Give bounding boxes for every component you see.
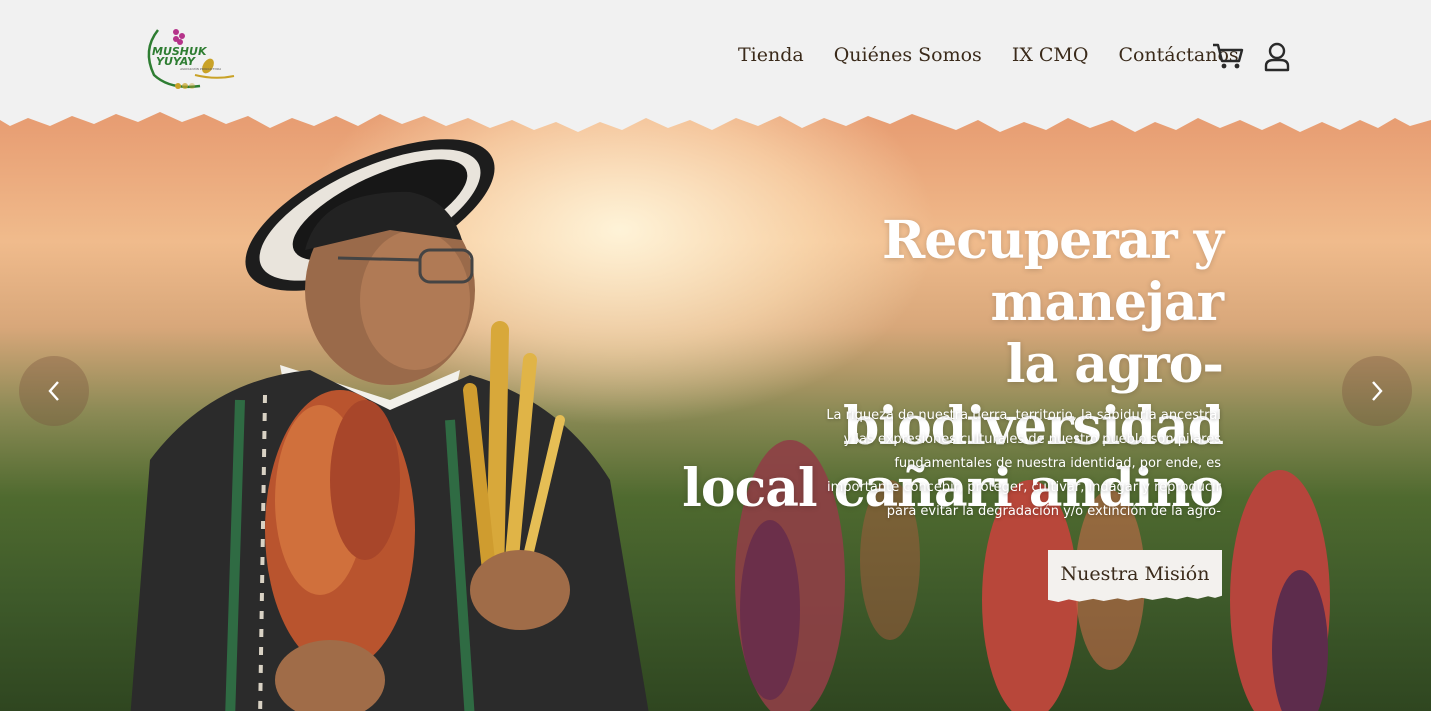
hero-desc-line2: y las expresiones culturales de nuestro …: [843, 432, 1221, 447]
carousel-prev-button[interactable]: [19, 356, 89, 426]
logo-text-line2: YUYAY: [156, 55, 196, 68]
brand-logo[interactable]: MUSHUK YUYAY ASOCIACIÓN PRODUCTORA: [140, 20, 238, 92]
main-nav: Tienda Quiénes Somos IX CMQ Contáctanos: [738, 44, 1239, 66]
nav-tienda[interactable]: Tienda: [738, 44, 804, 66]
chevron-right-icon: [1372, 381, 1383, 401]
hero-description: La riqueza de nuestra tierra, territorio…: [761, 404, 1221, 524]
hero-desc-line3: fundamentales de nuestra identidad, por …: [894, 456, 1221, 471]
logo-wordmark: MUSHUK YUYAY ASOCIACIÓN PRODUCTORA: [152, 46, 221, 71]
hero-desc-line1: La riqueza de nuestra tierra, territorio…: [826, 408, 1221, 423]
carousel-next-button[interactable]: [1342, 356, 1412, 426]
chevron-left-icon: [48, 381, 59, 401]
hero-title-line1: Recuperar y manejar: [881, 210, 1224, 333]
cart-icon[interactable]: [1212, 42, 1244, 70]
torn-paper-edge: [0, 92, 1431, 132]
nav-quienes-somos[interactable]: Quiénes Somos: [834, 44, 982, 66]
user-icon[interactable]: [1264, 42, 1290, 72]
nuestra-mision-button[interactable]: Nuestra Misión: [1048, 550, 1222, 602]
hero-desc-line5: para evitar la degradación y/o extinción…: [886, 504, 1221, 519]
nav-ix-cmq[interactable]: IX CMQ: [1012, 44, 1089, 66]
hero-desc-line4: importante concebir, proteger, cultivar,…: [826, 480, 1221, 495]
